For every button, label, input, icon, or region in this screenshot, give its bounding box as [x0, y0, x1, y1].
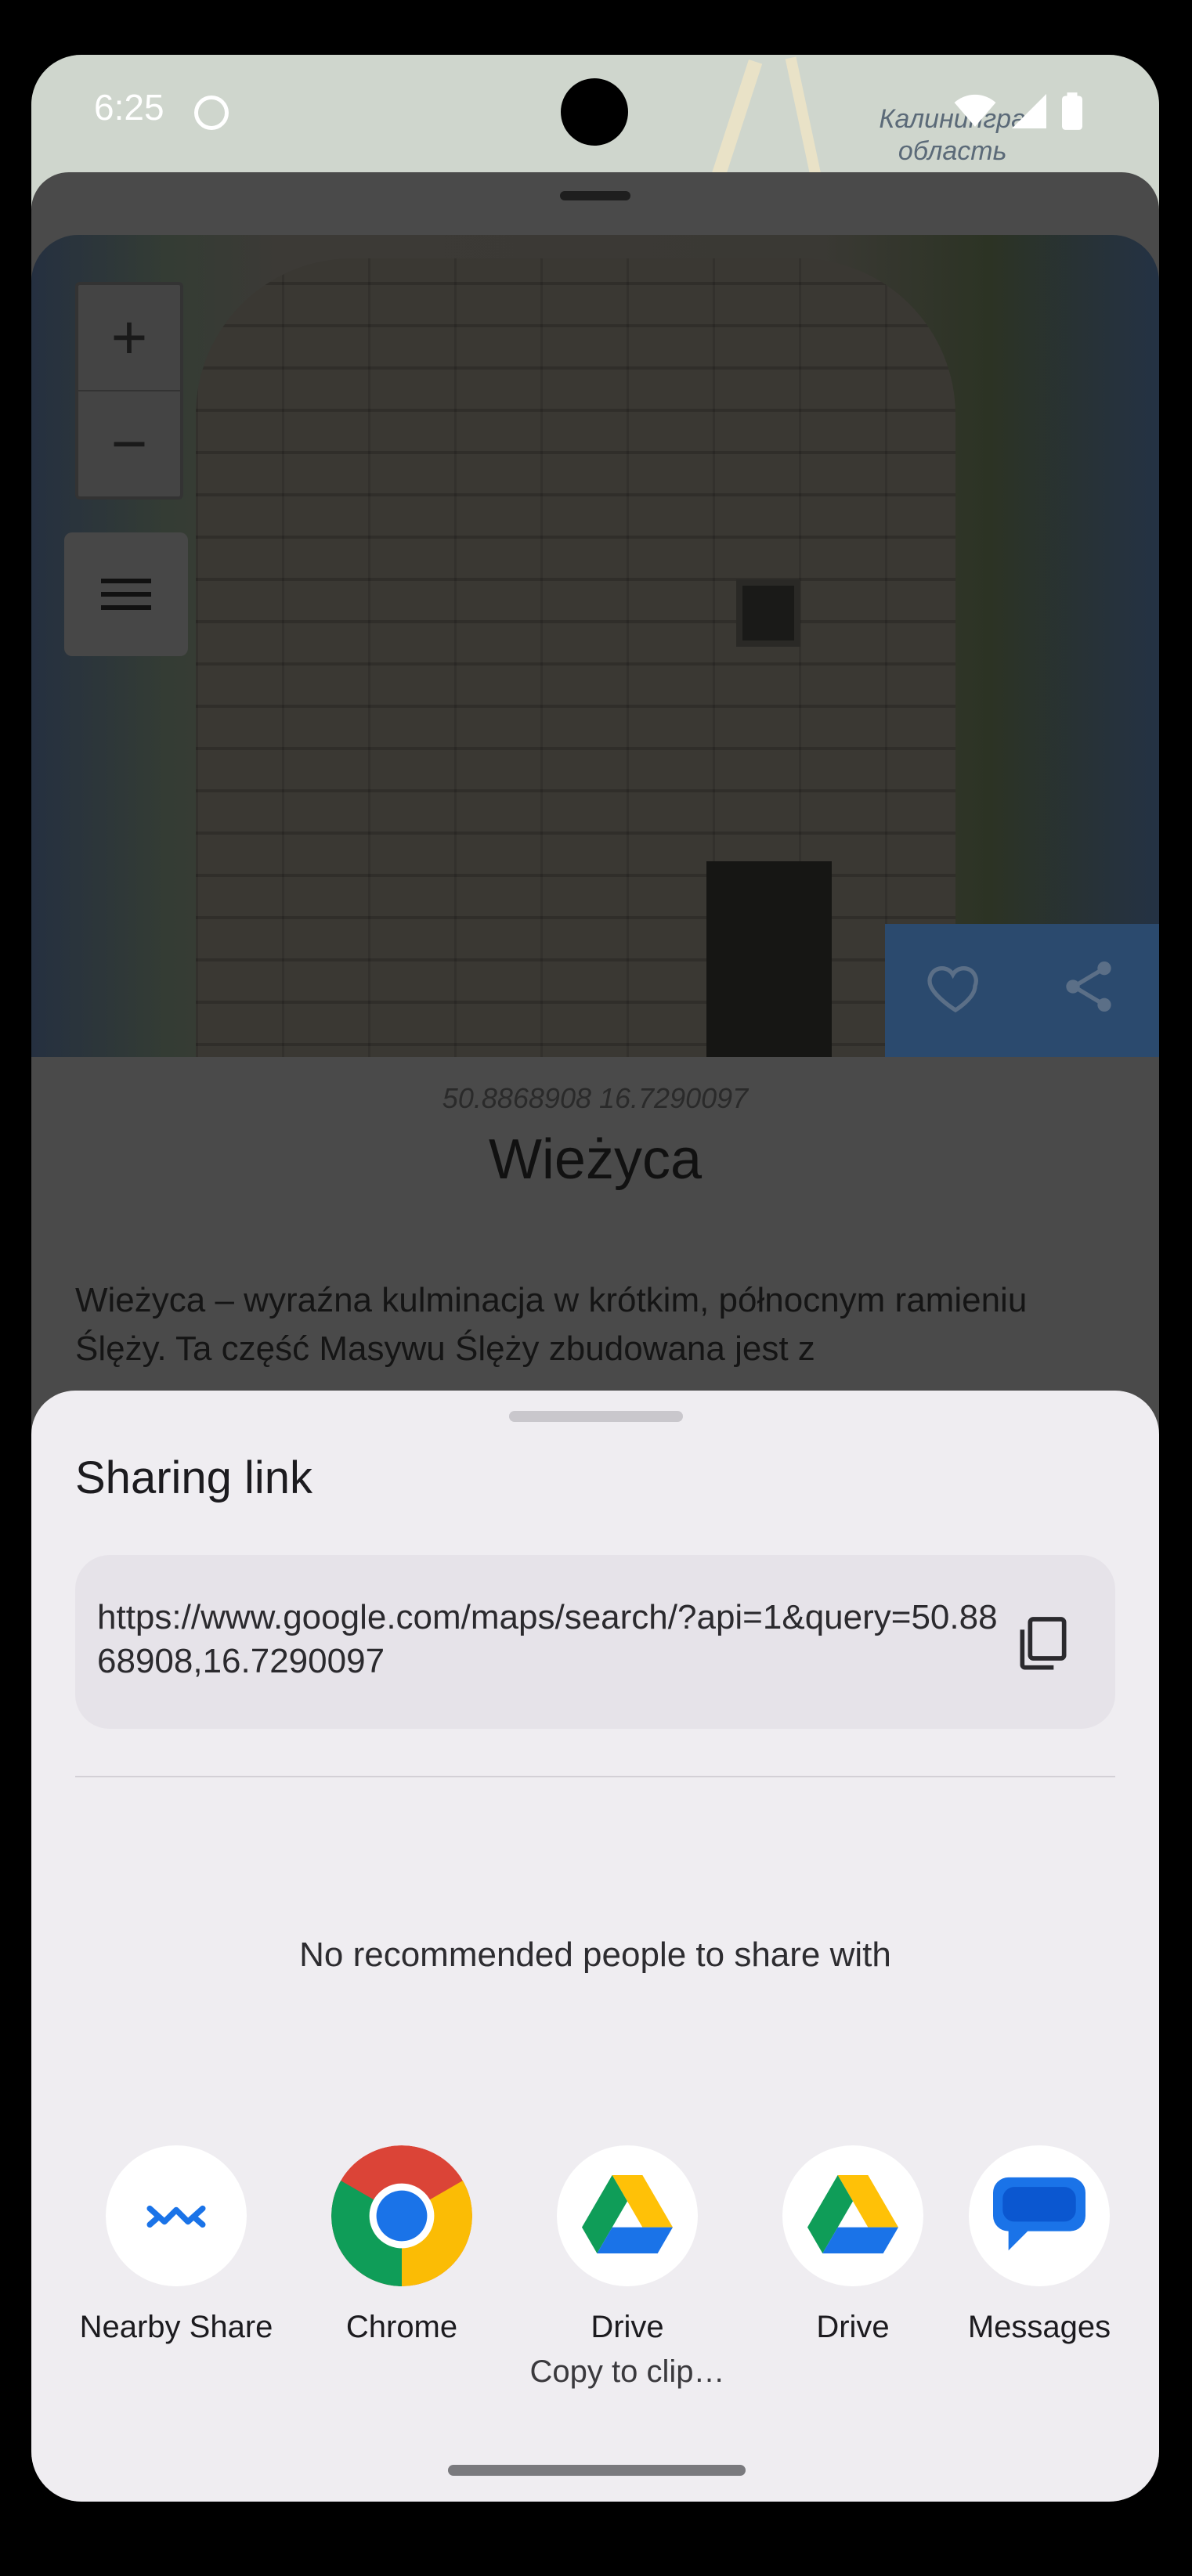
copy-icon[interactable] — [1012, 1610, 1075, 1676]
cellular-signal-icon — [1012, 94, 1046, 128]
status-bar: 6:25 — [31, 55, 1159, 164]
drive-icon — [557, 2145, 698, 2286]
no-recommendations-text: No recommended people to share with — [299, 1936, 891, 1974]
zoom-out-button[interactable]: − — [78, 391, 180, 496]
drive-icon — [782, 2145, 923, 2286]
zoom-controls: + − — [75, 282, 183, 500]
status-icons — [954, 91, 1082, 132]
share-target-label: Chrome — [345, 2310, 458, 2344]
share-target-nearby-share[interactable]: Nearby Share — [67, 2145, 286, 2345]
detail-sheet-handle[interactable] — [560, 191, 630, 200]
nearby-share-icon — [106, 2145, 247, 2286]
share-target-label: Messages — [967, 2310, 1111, 2344]
place-description: Wieżyca – wyraźna kulminacja w krótkim, … — [75, 1281, 1028, 1368]
place-title: Wieżyca — [488, 1128, 703, 1191]
share-target-drive-copy[interactable]: Drive Copy to clip… — [518, 2145, 737, 2390]
share-sheet-drag-handle[interactable] — [509, 1411, 683, 1422]
share-sheet-title: Sharing link — [75, 1452, 313, 1503]
hamburger-menu-icon — [101, 579, 151, 610]
place-coordinates: 50.8868908 16.7290097 — [442, 1082, 749, 1114]
place-photo — [31, 235, 1159, 1057]
favorite-icon[interactable] — [924, 955, 987, 1018]
zoom-in-button[interactable]: + — [78, 285, 180, 390]
status-time: 6:25 — [94, 87, 164, 128]
share-sheet: Sharing link https://www.google.com/maps… — [31, 1391, 1159, 2502]
share-icon[interactable] — [1057, 955, 1120, 1018]
shared-link-text: https://www.google.com/maps/search/?api=… — [97, 1598, 998, 1680]
share-target-label: Nearby Share — [79, 2310, 273, 2344]
chrome-icon — [331, 2145, 472, 2286]
share-target-messages[interactable]: Messages — [930, 2145, 1149, 2345]
app-notification-icon — [194, 96, 229, 130]
share-target-chrome[interactable]: Chrome — [292, 2145, 511, 2345]
shared-link-box: https://www.google.com/maps/search/?api=… — [75, 1555, 1115, 1729]
messages-icon — [969, 2145, 1110, 2286]
tower-image — [196, 258, 955, 1057]
share-target-sublabel: Copy to clip… — [529, 2354, 725, 2389]
divider — [75, 1776, 1115, 1777]
battery-icon — [1062, 92, 1082, 130]
share-targets: Nearby Share Chrome Drive Copy to clip… … — [31, 2145, 1159, 2412]
wifi-icon — [954, 94, 996, 127]
phone-screen: Калинингра область + − 50.8868908 16.729… — [31, 55, 1159, 2502]
menu-button[interactable] — [64, 532, 188, 656]
camera-cutout — [561, 78, 628, 146]
gesture-navigation-bar[interactable] — [448, 2465, 746, 2476]
share-target-label: Drive — [591, 2310, 664, 2344]
